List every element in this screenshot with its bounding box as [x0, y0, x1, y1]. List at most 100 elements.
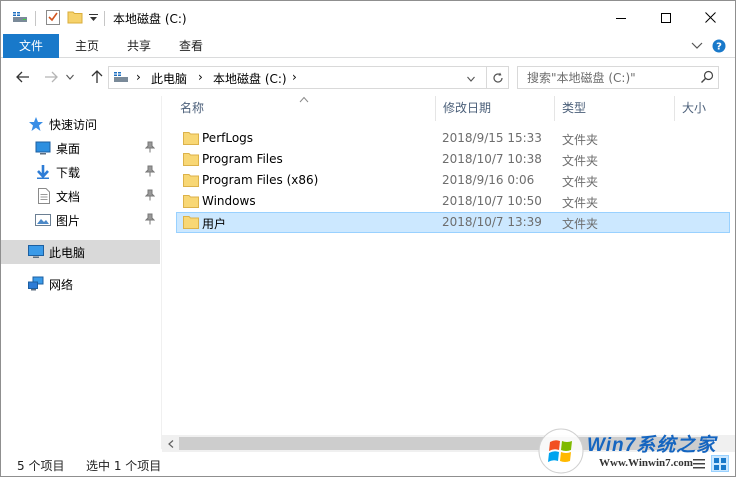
search-box [517, 66, 719, 89]
forward-button[interactable] [42, 68, 60, 86]
sidebar-item-label: 图片 [56, 214, 81, 228]
maximize-icon [660, 12, 671, 23]
file-name: Program Files [202, 152, 283, 166]
chevron-down-icon [66, 74, 74, 80]
sidebar-item-pictures[interactable]: 图片 [1, 208, 160, 232]
file-list: 名称 修改日期 类型 大小 PerfLogs 2018/9/15 15:33 文… [162, 96, 735, 449]
file-name: Program Files (x86) [202, 173, 319, 187]
drive-icon [113, 70, 129, 87]
large-icons-view-icon [714, 457, 726, 470]
close-icon [705, 12, 716, 23]
selection-count: 选中 1 个项目 [86, 459, 162, 473]
star-icon [29, 117, 43, 131]
svg-text:?: ? [716, 42, 722, 53]
file-date: 2018/9/15 15:33 [442, 131, 542, 145]
chevron-left-icon [167, 439, 173, 448]
large-icons-view-button[interactable] [711, 455, 729, 472]
navigation-bar: › 此电脑 › 本地磁盘 (C:) › [1, 58, 735, 96]
close-button[interactable] [688, 1, 733, 34]
computer-icon [28, 245, 44, 258]
address-history-button[interactable] [467, 71, 475, 85]
navigation-pane: 快速访问 桌面 下载 文档 图片 此电脑 网络 [1, 96, 161, 449]
drive-icon[interactable] [12, 9, 28, 25]
file-date: 2018/10/7 13:39 [442, 215, 542, 229]
refresh-icon [492, 72, 503, 83]
scroll-left-button[interactable] [162, 435, 179, 452]
explorer-window: 本地磁盘 (C:) 文件 主页 共享 查看 ? › 此电脑 › 本地磁盘 (C:… [0, 0, 736, 477]
pin-icon[interactable] [144, 189, 156, 204]
up-arrow-icon [91, 70, 103, 83]
back-button[interactable] [14, 68, 32, 86]
recent-locations-button[interactable] [64, 68, 76, 86]
column-header-type[interactable]: 类型 [555, 96, 674, 121]
column-header-name[interactable]: 名称 [173, 96, 435, 121]
breadcrumb-this-pc[interactable]: 此电脑 [151, 70, 187, 87]
breadcrumb-separator-icon[interactable]: › [198, 70, 203, 84]
column-header-size[interactable]: 大小 [675, 96, 735, 121]
folder-icon [183, 174, 199, 187]
column-header-date[interactable]: 修改日期 [436, 96, 554, 121]
pin-icon[interactable] [144, 165, 156, 180]
status-bar: 5 个项目 选中 1 个项目 [1, 452, 735, 476]
file-name: Windows [202, 194, 256, 208]
sidebar-item-quick-access[interactable]: 快速访问 [1, 112, 160, 136]
document-icon [38, 188, 50, 204]
folder-icon [183, 195, 199, 208]
forward-arrow-icon [45, 71, 58, 83]
file-date: 2018/9/16 0:06 [442, 173, 535, 187]
folder-icon [183, 216, 199, 229]
sidebar-item-documents[interactable]: 文档 [1, 184, 160, 208]
sidebar-item-network[interactable]: 网络 [1, 272, 160, 296]
help-icon[interactable]: ? [712, 39, 726, 56]
minimize-button[interactable] [598, 1, 643, 34]
horizontal-scrollbar[interactable] [162, 435, 735, 452]
refresh-button[interactable] [486, 67, 508, 88]
file-row[interactable]: Program Files 2018/10/7 10:38 文件夹 [176, 149, 730, 170]
customize-toolbar-icon[interactable] [87, 9, 99, 25]
back-arrow-icon [16, 71, 29, 83]
file-date: 2018/10/7 10:50 [442, 194, 542, 208]
breadcrumb-separator-icon[interactable]: › [136, 70, 141, 84]
pin-icon[interactable] [144, 141, 156, 156]
sidebar-item-label: 此电脑 [49, 246, 86, 260]
new-folder-icon[interactable] [67, 9, 83, 25]
sidebar-item-desktop[interactable]: 桌面 [1, 136, 160, 160]
minimize-icon [615, 17, 626, 19]
sidebar-item-label: 下载 [56, 166, 81, 180]
search-icon[interactable] [700, 70, 714, 87]
sidebar-item-downloads[interactable]: 下载 [1, 160, 160, 184]
title-divider [104, 11, 105, 26]
tab-home[interactable]: 主页 [65, 34, 109, 58]
file-name: PerfLogs [202, 131, 254, 145]
item-count: 5 个项目 [17, 459, 65, 473]
sidebar-item-label: 桌面 [56, 142, 81, 156]
properties-icon[interactable] [45, 9, 61, 25]
title-divider [35, 11, 36, 26]
file-row[interactable]: PerfLogs 2018/9/15 15:33 文件夹 [176, 128, 730, 149]
address-bar[interactable]: › 此电脑 › 本地磁盘 (C:) › [108, 66, 509, 89]
maximize-button[interactable] [643, 1, 688, 34]
details-view-button[interactable] [690, 455, 708, 472]
up-button[interactable] [88, 68, 106, 86]
file-name: 用户 [202, 217, 227, 231]
expand-ribbon-icon[interactable] [691, 40, 703, 54]
tab-share[interactable]: 共享 [117, 34, 161, 58]
ribbon-tabs: 文件 主页 共享 查看 ? [1, 34, 735, 58]
tab-view[interactable]: 查看 [169, 34, 213, 58]
folder-icon [183, 132, 199, 145]
tab-file[interactable]: 文件 [3, 34, 59, 58]
sidebar-item-this-pc[interactable]: 此电脑 [1, 240, 160, 264]
desktop-icon [35, 141, 51, 155]
breadcrumb-local-disk[interactable]: 本地磁盘 (C:) [213, 70, 287, 87]
picture-icon [35, 214, 51, 226]
file-row-selected[interactable]: 用户 2018/10/7 13:39 文件夹 [176, 212, 730, 233]
file-row[interactable]: Program Files (x86) 2018/9/16 0:06 文件夹 [176, 170, 730, 191]
pin-icon[interactable] [144, 213, 156, 228]
sidebar-item-label: 网络 [49, 278, 74, 292]
breadcrumb-separator-icon[interactable]: › [292, 70, 297, 84]
file-row[interactable]: Windows 2018/10/7 10:50 文件夹 [176, 191, 730, 212]
file-type: 文件夹 [562, 175, 599, 189]
details-view-icon [693, 458, 705, 468]
scrollbar-thumb[interactable] [179, 437, 707, 450]
search-input[interactable] [518, 67, 694, 88]
